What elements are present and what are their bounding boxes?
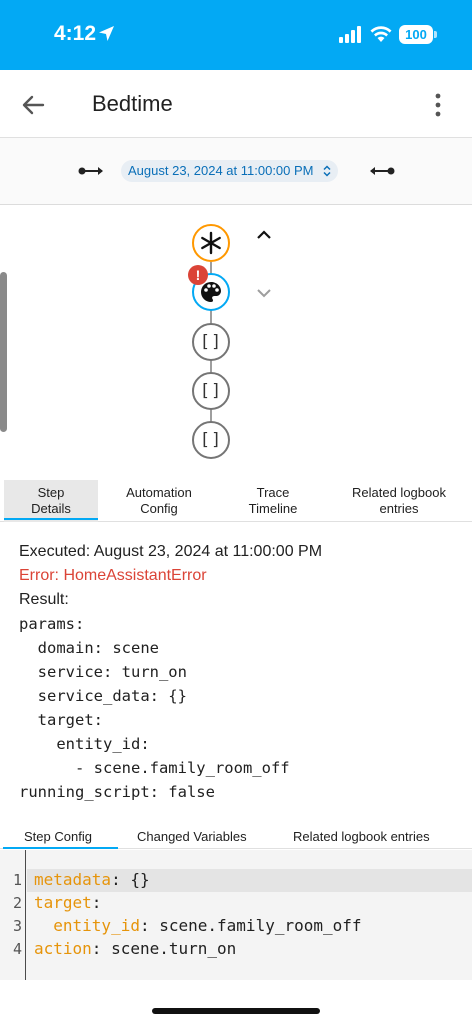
result-label: Result: <box>19 591 69 608</box>
status-time: 4:12 <box>54 22 97 45</box>
page-title: Bedtime <box>92 91 173 116</box>
wifi-icon <box>370 26 392 42</box>
tab-changed-variables[interactable]: Changed Variables <box>137 829 247 844</box>
trace-navigation: August 23, 2024 at 11:00:00 PM <box>0 138 472 205</box>
code-line: metadata: {} <box>34 870 150 889</box>
line-number: 2 <box>12 894 22 912</box>
graph-scrollbar[interactable] <box>0 272 7 432</box>
tab-trace-timeline[interactable]: Trace Timeline <box>220 480 326 522</box>
trace-tabs: Step Details Automation Config Trace Tim… <box>0 480 472 522</box>
trace-run-value: August 23, 2024 at 11:00:00 PM <box>128 163 314 178</box>
chevron-down-icon[interactable] <box>255 284 273 302</box>
location-arrow-icon <box>99 26 114 41</box>
action-node[interactable]: [] <box>192 421 230 459</box>
last-trace-icon[interactable] <box>367 163 395 179</box>
tab-step-config[interactable]: Step Config <box>24 829 92 844</box>
first-trace-icon[interactable] <box>78 163 106 179</box>
error-text: Error: HomeAssistantError <box>19 567 207 584</box>
tab-automation-config[interactable]: Automation Config <box>104 480 214 522</box>
code-line: entity_id: scene.family_room_off <box>34 916 362 935</box>
config-tabs: Step Config Changed Variables Related lo… <box>0 825 472 849</box>
tab-indicator <box>4 518 98 520</box>
sub-tab-indicator <box>3 847 118 849</box>
home-indicator[interactable] <box>152 1008 320 1014</box>
action-node[interactable]: [] <box>192 323 230 361</box>
line-number: 3 <box>12 917 22 935</box>
trigger-node[interactable] <box>192 224 230 262</box>
code-editor[interactable]: 1 2 3 4 metadata: {} target: entity_id: … <box>0 850 472 980</box>
battery-indicator: 100 <box>399 25 433 44</box>
app-header: Bedtime <box>0 70 472 138</box>
action-node[interactable]: [] <box>192 372 230 410</box>
line-number: 4 <box>12 940 22 958</box>
executed-text: Executed: August 23, 2024 at 11:00:00 PM <box>19 543 323 560</box>
status-bar: 4:12 100 <box>0 0 472 70</box>
more-vert-icon[interactable] <box>426 92 450 118</box>
line-number: 1 <box>12 871 22 889</box>
select-arrows-icon <box>322 165 331 177</box>
line-gutter: 1 2 3 4 <box>0 850 26 980</box>
code-line: action: scene.turn_on <box>34 939 237 958</box>
result-yaml: params: domain: scene service: turn_on s… <box>19 615 290 801</box>
tab-related-logbook-entries[interactable]: Related logbook entries <box>293 829 430 844</box>
trigger-asterisk-icon <box>201 231 221 255</box>
tab-step-details[interactable]: Step Details <box>4 480 98 522</box>
back-arrow-icon[interactable] <box>18 90 48 120</box>
step-details-panel: Executed: August 23, 2024 at 11:00:00 PM… <box>19 540 459 804</box>
tab-related-logbook[interactable]: Related logbook entries <box>330 480 468 522</box>
error-icon: ! <box>188 265 208 285</box>
battery-tip <box>434 31 437 38</box>
signal-icon <box>339 26 361 43</box>
code-line: target: <box>34 893 102 912</box>
chevron-up-icon[interactable] <box>255 226 273 244</box>
trace-run-select[interactable]: August 23, 2024 at 11:00:00 PM <box>121 160 338 182</box>
